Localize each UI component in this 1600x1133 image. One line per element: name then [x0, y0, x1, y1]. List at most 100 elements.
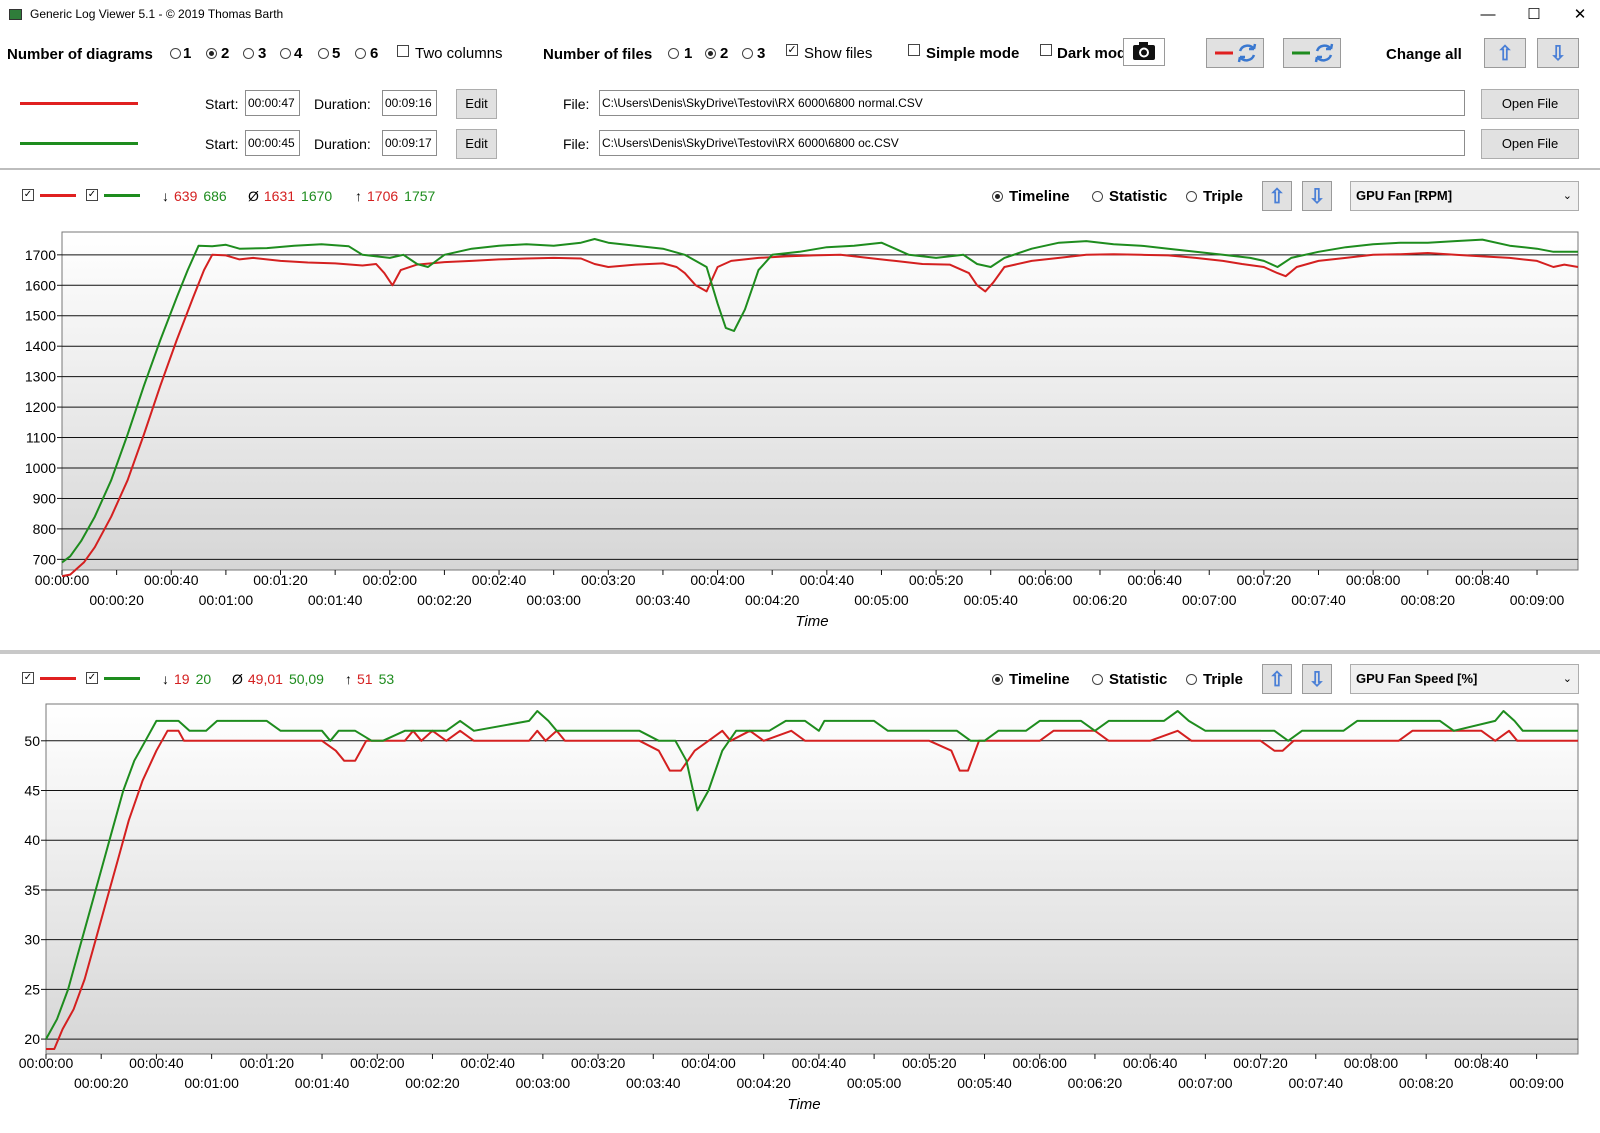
- start-label: Start:: [205, 96, 239, 112]
- y-tick-label: 900: [33, 490, 57, 506]
- simple-mode-checkbox[interactable]: [908, 44, 920, 56]
- y-tick-label: 1300: [25, 369, 56, 385]
- files-radio-1[interactable]: [668, 48, 679, 59]
- diagram-splitter[interactable]: [0, 650, 1600, 654]
- x-tick-label: 00:00:00: [19, 1055, 74, 1071]
- x-tick-label: 00:02:20: [405, 1075, 460, 1091]
- files-radio-3[interactable]: [742, 48, 753, 59]
- x-tick-label: 00:06:40: [1123, 1055, 1178, 1071]
- y-tick-label: 1100: [26, 430, 56, 446]
- swap-green-button[interactable]: [1283, 38, 1341, 68]
- x-tick-label: 00:07:20: [1237, 572, 1292, 588]
- diagrams-radio-6[interactable]: [355, 48, 366, 59]
- x-axis-label: Time: [787, 1096, 820, 1113]
- two-columns-checkbox[interactable]: [397, 45, 409, 57]
- x-tick-label: 00:03:20: [571, 1055, 626, 1071]
- x-tick-label: 00:04:00: [681, 1055, 736, 1071]
- y-tick-label: 800: [33, 521, 57, 537]
- x-tick-label: 00:03:20: [581, 572, 636, 588]
- diagrams-radio-1[interactable]: [170, 48, 181, 59]
- x-tick-label: 00:05:20: [902, 1055, 957, 1071]
- x-tick-label: 00:01:20: [253, 572, 308, 588]
- two-columns-label: Two columns: [415, 45, 503, 62]
- x-tick-label: 00:00:20: [74, 1075, 129, 1091]
- x-tick-label: 00:00:40: [129, 1055, 184, 1071]
- y-tick-label: 1400: [25, 338, 56, 354]
- diagrams-radio-3[interactable]: [243, 48, 254, 59]
- diagrams-radio-5[interactable]: [318, 48, 329, 59]
- file-color-line: [20, 102, 138, 105]
- diagrams-radio-label: 6: [370, 45, 379, 62]
- maximize-button[interactable]: ☐: [1511, 0, 1557, 30]
- diagrams-radio-label: 3: [258, 45, 267, 62]
- app-icon: [9, 9, 22, 20]
- x-tick-label: 00:07:20: [1233, 1055, 1288, 1071]
- file-label: File:: [563, 96, 590, 112]
- minimize-button[interactable]: —: [1465, 0, 1511, 30]
- x-tick-label: 00:07:40: [1289, 1075, 1344, 1091]
- file-path-field[interactable]: C:\Users\Denis\SkyDrive\Testovi\RX 6000\…: [599, 130, 1465, 156]
- open-file-button[interactable]: Open File: [1481, 89, 1579, 119]
- separator: [0, 168, 1600, 170]
- move-up-all-button[interactable]: ⇧: [1484, 38, 1526, 68]
- edit-button[interactable]: Edit: [456, 129, 497, 159]
- x-tick-label: 00:01:40: [308, 592, 363, 608]
- files-radio-label: 3: [757, 45, 766, 62]
- duration-field[interactable]: 00:09:16: [382, 90, 437, 116]
- x-tick-label: 00:06:00: [1018, 572, 1073, 588]
- x-tick-label: 00:04:20: [736, 1075, 791, 1091]
- x-tick-label: 00:04:00: [690, 572, 745, 588]
- chart-2[interactable]: 2025303540455000:00:0000:00:2000:00:4000…: [0, 655, 1600, 1133]
- x-tick-label: 00:08:00: [1344, 1055, 1399, 1071]
- x-tick-label: 00:06:20: [1073, 592, 1128, 608]
- move-down-all-button[interactable]: ⇩: [1537, 38, 1579, 68]
- x-tick-label: 00:00:40: [144, 572, 199, 588]
- toolbar: Number of diagrams Two columns Number of…: [0, 30, 1600, 80]
- swap-icon: [1215, 43, 1257, 63]
- x-tick-label: 00:05:00: [854, 592, 909, 608]
- start-field[interactable]: 00:00:45: [245, 130, 300, 156]
- dark-mode-label: Dark mod: [1057, 45, 1127, 62]
- x-tick-label: 00:04:40: [792, 1055, 847, 1071]
- files-radio-2[interactable]: [705, 48, 716, 59]
- num-diagrams-label: Number of diagrams: [7, 46, 153, 63]
- x-axis-label: Time: [795, 613, 828, 630]
- file-path-field[interactable]: C:\Users\Denis\SkyDrive\Testovi\RX 6000\…: [599, 90, 1465, 116]
- y-tick-label: 1500: [25, 308, 56, 324]
- edit-button[interactable]: Edit: [456, 89, 497, 119]
- x-tick-label: 00:09:00: [1509, 1075, 1564, 1091]
- chart-1[interactable]: 700 800 900 1000 1100 1200 1300 1400 1500 1600 170…: [0, 172, 1600, 647]
- diagrams-radio-4[interactable]: [280, 48, 291, 59]
- x-tick-label: 00:03:40: [626, 1075, 681, 1091]
- dark-mode-checkbox[interactable]: [1040, 44, 1052, 56]
- x-tick-label: 00:03:00: [516, 1075, 571, 1091]
- x-tick-label: 00:01:20: [240, 1055, 295, 1071]
- diagrams-radio-2[interactable]: [206, 48, 217, 59]
- start-field[interactable]: 00:00:47: [245, 90, 300, 116]
- x-tick-label: 00:07:40: [1291, 592, 1346, 608]
- x-tick-label: 00:01:00: [184, 1075, 239, 1091]
- x-tick-label: 00:09:00: [1510, 592, 1565, 608]
- y-tick-label: 1200: [25, 399, 56, 415]
- diagrams-radio-label: 5: [332, 45, 341, 62]
- diagrams-radio-label: 4: [294, 45, 303, 62]
- x-tick-label: 00:02:20: [417, 592, 472, 608]
- x-tick-label: 00:08:40: [1455, 572, 1510, 588]
- close-button[interactable]: ✕: [1557, 0, 1600, 30]
- open-file-button[interactable]: Open File: [1481, 129, 1579, 159]
- x-tick-label: 00:02:00: [363, 572, 418, 588]
- duration-field[interactable]: 00:09:17: [382, 130, 437, 156]
- swap-red-button[interactable]: [1206, 38, 1264, 68]
- duration-label: Duration:: [314, 96, 371, 112]
- y-tick-label: 30: [24, 932, 40, 948]
- y-tick-label: 50: [24, 733, 40, 749]
- x-tick-label: 00:08:00: [1346, 572, 1401, 588]
- y-tick-label: 45: [24, 783, 40, 799]
- screenshot-button[interactable]: [1123, 38, 1165, 66]
- x-tick-label: 00:05:20: [909, 572, 964, 588]
- file-color-line: [20, 142, 138, 145]
- x-tick-label: 00:04:20: [745, 592, 800, 608]
- swap-icon: [1292, 43, 1334, 63]
- show-files-checkbox[interactable]: ✓: [786, 44, 798, 56]
- x-tick-label: 00:07:00: [1178, 1075, 1233, 1091]
